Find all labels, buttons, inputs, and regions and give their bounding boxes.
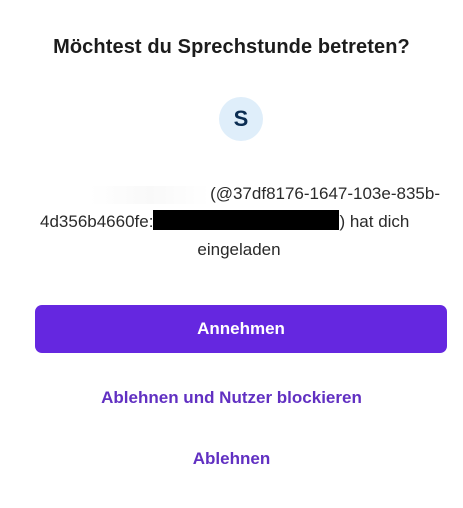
invite-dialog: Möchtest du Sprechstunde betreten? S (@3… (0, 0, 463, 508)
inviter-id-part-2: 4d356b4660fe: (40, 212, 154, 231)
message-line-1: (@37df8176-1647-103e-835b- (34, 180, 444, 208)
message-line-2: 4d356b4660fe: ) hat dich (34, 208, 444, 236)
decline-and-block-button[interactable]: Ablehnen und Nutzer blockieren (0, 388, 463, 408)
decline-button[interactable]: Ablehnen (0, 449, 463, 469)
invite-text-part-1: ) hat dich (339, 212, 410, 231)
avatar-initial: S (233, 106, 249, 131)
message-line-3: eingeladen (197, 240, 281, 259)
redacted-inviter-name (90, 185, 211, 204)
invite-message: (@37df8176-1647-103e-835b- 4d356b4660fe:… (34, 180, 444, 264)
dialog-title: Möchtest du Sprechstunde betreten? (53, 36, 410, 58)
accept-button[interactable]: Annehmen (35, 305, 447, 353)
room-avatar: S (219, 97, 263, 141)
inviter-id-part-1: (@37df8176-1647-103e-835b- (210, 184, 440, 203)
redacted-server-name (153, 210, 340, 230)
